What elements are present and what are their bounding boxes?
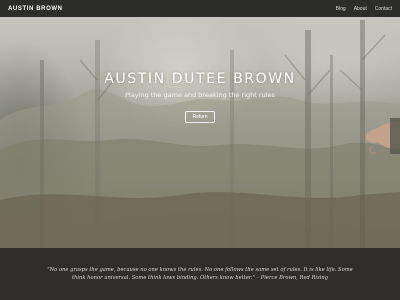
nav-link-about[interactable]: About <box>354 6 367 12</box>
navbar: AUSTIN BROWN Blog About Contact <box>0 0 400 17</box>
brand-logo-link[interactable]: AUSTIN BROWN <box>8 6 63 12</box>
hero-tagline: Playing the game and breaking the right … <box>125 91 275 99</box>
hero-forest-image <box>0 20 400 248</box>
quote-text: "No one grasps the game, because no one … <box>47 267 353 281</box>
nav-link-blog[interactable]: Blog <box>336 6 346 12</box>
quote-section: "No one grasps the game, because no one … <box>0 248 400 300</box>
hero-title: AUSTIN DUTEE BROWN <box>104 71 296 87</box>
hero-content: AUSTIN DUTEE BROWN Playing the game and … <box>0 71 400 123</box>
return-button[interactable]: Return <box>185 111 215 123</box>
hero-background: AUSTIN DUTEE BROWN Playing the game and … <box>0 0 400 248</box>
nav-links: Blog About Contact <box>336 6 392 12</box>
nav-link-contact[interactable]: Contact <box>375 6 392 12</box>
